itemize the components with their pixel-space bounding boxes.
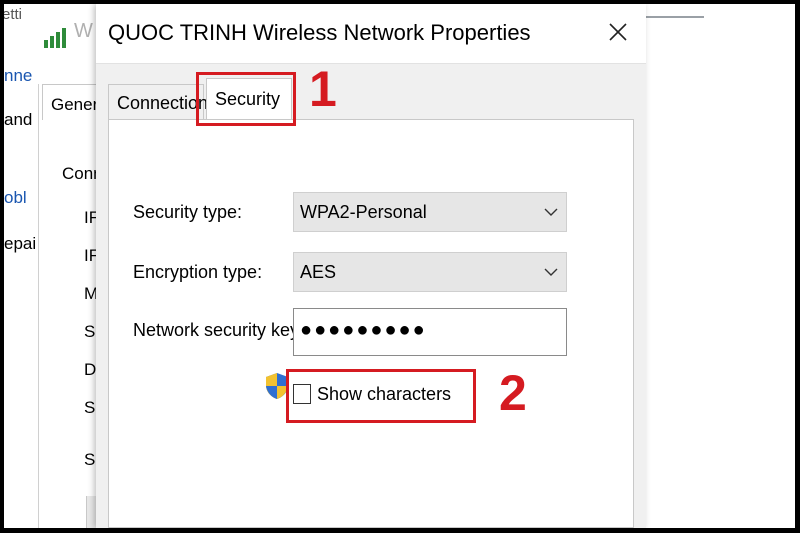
signal-icon [44, 28, 66, 48]
annotation-box-security-tab [196, 72, 296, 126]
encryption-type-select[interactable]: AES [293, 252, 567, 292]
close-button[interactable] [596, 12, 640, 52]
background-text-fragment: epai [4, 234, 37, 253]
background-title-fragment: W [74, 20, 93, 42]
network-security-key-label: Network security key [133, 320, 300, 340]
dialog-titlebar: QUOC TRINH Wireless Network Properties [96, 4, 646, 64]
background-link-fragment[interactable]: obl [4, 188, 27, 208]
security-type-select[interactable]: WPA2-Personal [293, 192, 567, 232]
annotation-step-2: 2 [499, 365, 527, 421]
background-link-fragment[interactable]: nne [4, 66, 32, 86]
encryption-type-label: Encryption type: [133, 262, 263, 282]
annotation-step-1: 1 [309, 61, 337, 117]
security-tab-panel: Security type: WPA2-Personal Encryption … [108, 119, 634, 528]
security-type-label: Security type: [133, 202, 243, 222]
background-field: S [84, 398, 96, 417]
background-tab-general[interactable]: Gener [42, 84, 100, 120]
wireless-properties-dialog: QUOC TRINH Wireless Network Properties C… [96, 4, 646, 528]
background-field: S [84, 322, 96, 341]
security-type-value: WPA2-Personal [300, 202, 427, 222]
background-divider [644, 16, 704, 18]
background-text-fragment: and [4, 110, 33, 129]
background-field: D [84, 360, 97, 379]
chevron-down-icon [544, 208, 558, 216]
encryption-type-value: AES [300, 262, 337, 282]
annotation-box-show-characters [286, 369, 476, 423]
tab-connection[interactable]: Connection [108, 84, 208, 120]
chevron-down-icon [544, 268, 558, 276]
close-icon [609, 23, 627, 41]
dialog-title: QUOC TRINH Wireless Network Properties [108, 20, 531, 45]
outer-frame: W etti nne and obl epai Gener Conn IF IF… [0, 0, 800, 533]
screen: W etti nne and obl epai Gener Conn IF IF… [4, 4, 795, 528]
background-field: S [84, 450, 96, 469]
network-security-key-input[interactable]: ●●●●●●●●● [293, 308, 567, 356]
background-top-fragment: etti [4, 6, 23, 23]
